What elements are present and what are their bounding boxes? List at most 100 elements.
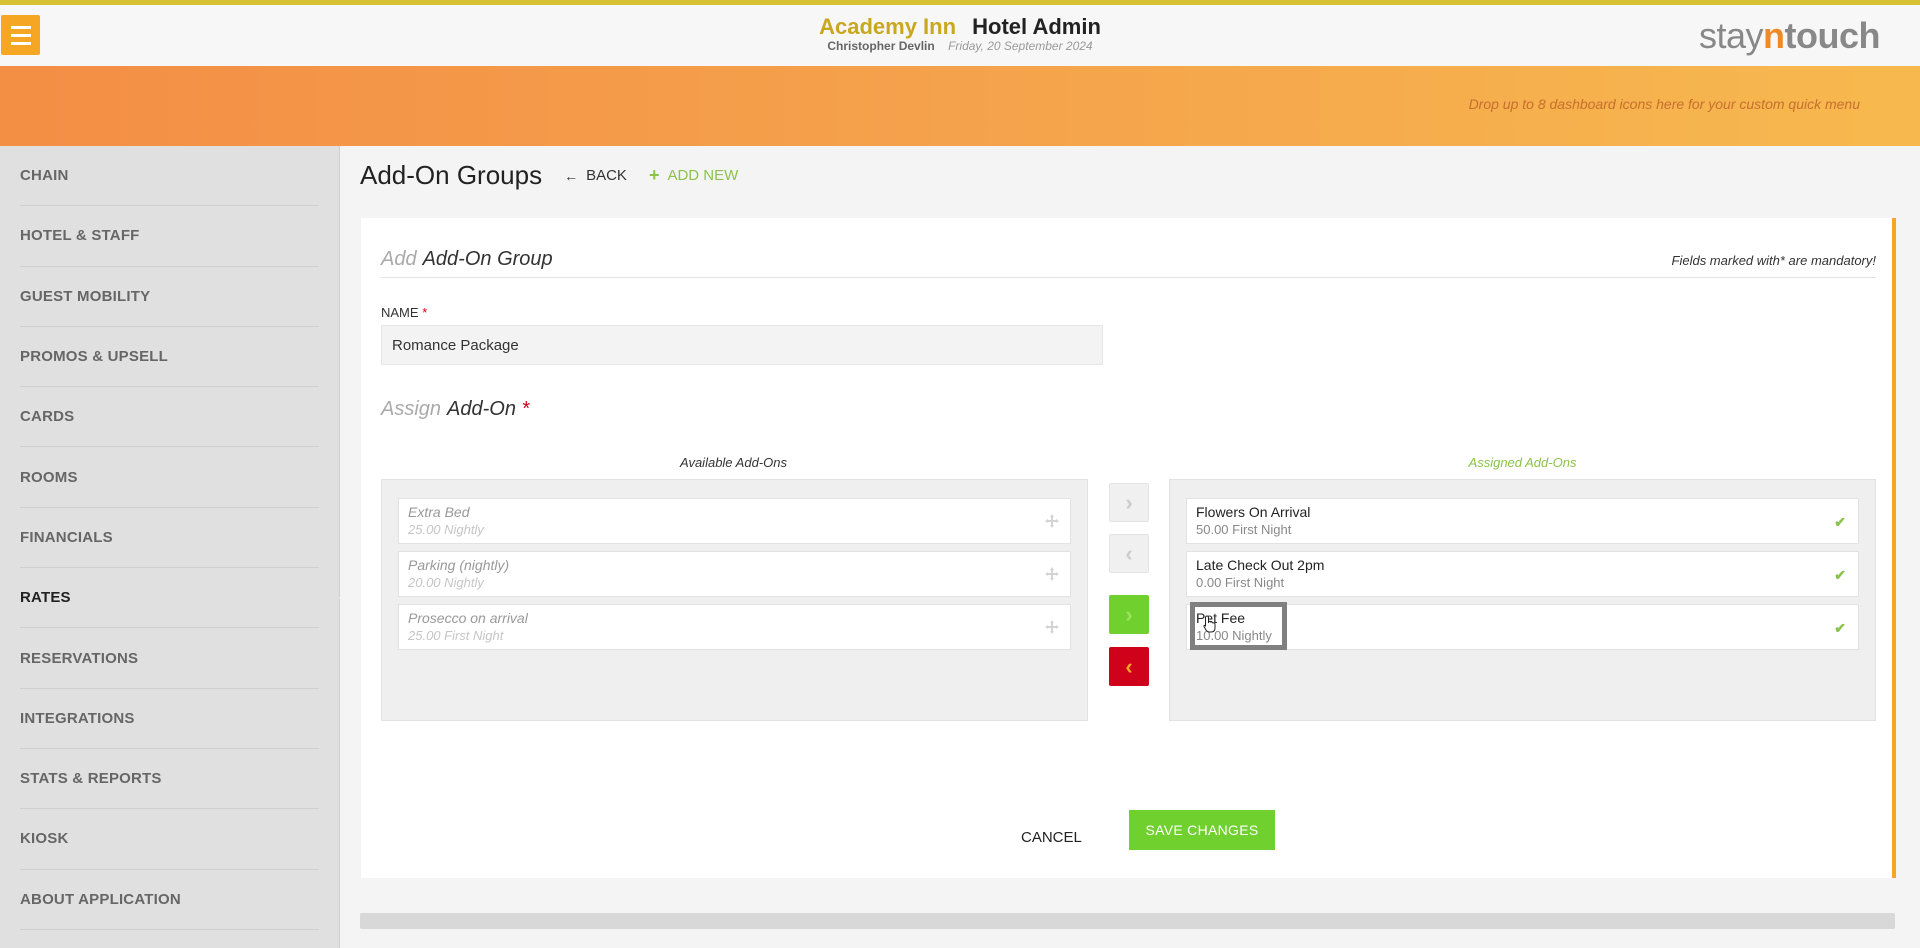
hotel-name[interactable]: Academy Inn [819,14,956,39]
sidebar-item-label: KIOSK [20,830,69,848]
user-name: Christopher Devlin [827,39,935,53]
assign-heading: Assign Add-On * [381,398,529,421]
drag-move-icon[interactable] [1044,513,1060,529]
sidebar-item-label: CARDS [20,408,75,426]
mandatory-note: Fields marked with* are mandatory! [1671,253,1876,268]
addon-name: Late Check Out 2pm [1196,557,1325,573]
brand-n: n [1763,15,1785,56]
form-heading-title: Add-On Group [422,248,553,270]
assign-heading-title: Add-On [447,398,516,420]
sidebar-item-about-application[interactable]: ABOUT APPLICATION [20,870,319,930]
quick-menu-hint: Drop up to 8 dashboard icons here for yo… [1468,96,1860,112]
hand-cursor-icon [1203,615,1216,633]
horizontal-scrollbar[interactable] [360,913,1895,929]
sidebar-item-label: STATS & REPORTS [20,770,162,788]
sidebar-item-hotel-staff[interactable]: HOTEL & STAFF [20,206,319,267]
back-label: BACK [586,167,627,184]
addon-price: 10.00 Nightly [1196,628,1272,643]
check-icon: ✔ [1834,567,1846,583]
list-item[interactable]: Late Check Out 2pm 0.00 First Night ✔ [1186,551,1859,597]
save-changes-button[interactable]: SAVE CHANGES [1129,810,1275,850]
drag-move-icon[interactable] [1044,619,1060,635]
header-subtitle: Christopher Devlin Friday, 20 September … [0,39,1920,53]
form-heading-prefix: Add [381,248,417,270]
arrow-left-icon: ← [564,167,579,184]
check-icon: ✔ [1834,514,1846,530]
list-item[interactable]: Prosecco on arrival 25.00 First Night [398,604,1071,650]
move-all-left-button[interactable]: ‹ [1109,647,1149,686]
business-date: Friday, 20 September 2024 [948,39,1093,53]
sidebar-item-integrations[interactable]: INTEGRATIONS [20,689,319,749]
name-label-text: NAME [381,305,419,320]
sidebar-item-cards[interactable]: CARDS [20,387,319,448]
move-all-right-button[interactable]: › [1109,595,1149,634]
addon-price: 0.00 First Night [1196,575,1285,590]
sidebar-item-guest-mobility[interactable]: GUEST MOBILITY [20,267,319,327]
list-item[interactable]: Pet Fee 10.00 Nightly ✔ [1186,602,1859,650]
available-addons-label: Available Add-Ons [680,455,787,470]
list-item[interactable]: Extra Bed 25.00 Nightly [398,498,1071,544]
sidebar-item-label: FINANCIALS [20,528,113,546]
sidebar-item-label: RESERVATIONS [20,649,139,667]
assign-heading-prefix: Assign [381,398,442,420]
sidebar-item-reservations[interactable]: RESERVATIONS [20,628,319,689]
sidebar-item-label: HOTEL & STAFF [20,227,140,245]
form-heading: Add Add-On Group Fields marked with* are … [381,248,1876,278]
sidebar-item-rates[interactable]: RATES [20,568,349,629]
add-on-group-form: Add Add-On Group Fields marked with* are … [361,218,1896,878]
add-new-label: ADD NEW [667,167,739,184]
check-icon: ✔ [1834,620,1846,636]
brand-prefix: stay [1698,15,1764,56]
list-item[interactable]: Flowers On Arrival 50.00 First Night ✔ [1186,498,1859,544]
chevron-left-icon: ‹ [1125,653,1133,679]
addon-name: Prosecco on arrival [408,610,528,626]
move-right-button[interactable]: › [1109,483,1149,522]
required-mark: * [422,305,428,320]
quick-menu-dropzone[interactable]: Drop up to 8 dashboard icons here for yo… [0,66,1920,146]
admin-label: Hotel Admin [972,14,1101,39]
sidebar-item-label: PROMOS & UPSELL [20,348,169,366]
sidebar-item-label: ABOUT APPLICATION [20,890,181,908]
available-addons-list[interactable]: Extra Bed 25.00 Nightly Parking (nightly… [381,479,1088,721]
brand-suffix: touch [1784,15,1881,56]
chevron-right-icon: › [1125,601,1133,627]
addon-name: Parking (nightly) [408,557,510,573]
addon-name: Extra Bed [408,504,470,520]
required-mark: * [521,398,530,420]
top-header: Academy Inn Hotel Admin Christopher Devl… [0,0,1920,66]
addon-price: 20.00 Nightly [408,575,484,590]
sidebar-item-rooms[interactable]: ROOMS [20,447,319,508]
cancel-button[interactable]: CANCEL [1021,818,1082,858]
sidebar: CHAIN HOTEL & STAFF GUEST MOBILITY PROMO… [0,146,349,948]
plus-icon: + [648,165,660,185]
name-label: NAME * [381,305,427,320]
addon-name: Flowers On Arrival [1196,504,1311,520]
sidebar-item-label: CHAIN [20,167,69,185]
sidebar-item-chain[interactable]: CHAIN [20,146,319,207]
move-left-button[interactable]: ‹ [1109,534,1149,573]
list-item[interactable]: Parking (nightly) 20.00 Nightly [398,551,1071,597]
chevron-right-icon: › [1125,489,1133,515]
brand-logo: stayntouch [1698,15,1881,57]
addon-price: 25.00 First Night [408,628,504,643]
drag-move-icon[interactable] [1044,566,1060,582]
sidebar-item-financials[interactable]: FINANCIALS [20,508,319,569]
assigned-addons-list[interactable]: Flowers On Arrival 50.00 First Night ✔ L… [1169,479,1876,721]
sidebar-item-label: ROOMS [20,468,78,486]
sidebar-item-stats-reports[interactable]: STATS & REPORTS [20,749,319,810]
name-input[interactable] [381,325,1103,365]
page-header: Add-On Groups ← BACK + ADD NEW [360,160,738,191]
sidebar-item-kiosk[interactable]: KIOSK [20,809,319,870]
sidebar-item-promos-upsell[interactable]: PROMOS & UPSELL [20,327,319,388]
addon-price: 25.00 Nightly [408,522,484,537]
sidebar-item-label: RATES [20,589,71,607]
main-content: Add-On Groups ← BACK + ADD NEW Add Add-On… [340,146,1920,948]
assigned-addons-label: Assigned Add-Ons [1468,455,1577,470]
hotel-title: Academy Inn Hotel Admin [0,14,1920,40]
chevron-left-icon: ‹ [1125,540,1133,566]
sidebar-item-label: GUEST MOBILITY [20,287,151,305]
back-button[interactable]: ← BACK [564,167,627,184]
page-title: Add-On Groups [360,160,543,190]
addon-name: Pet Fee [1196,610,1246,626]
add-new-button[interactable]: + ADD NEW [649,165,738,186]
